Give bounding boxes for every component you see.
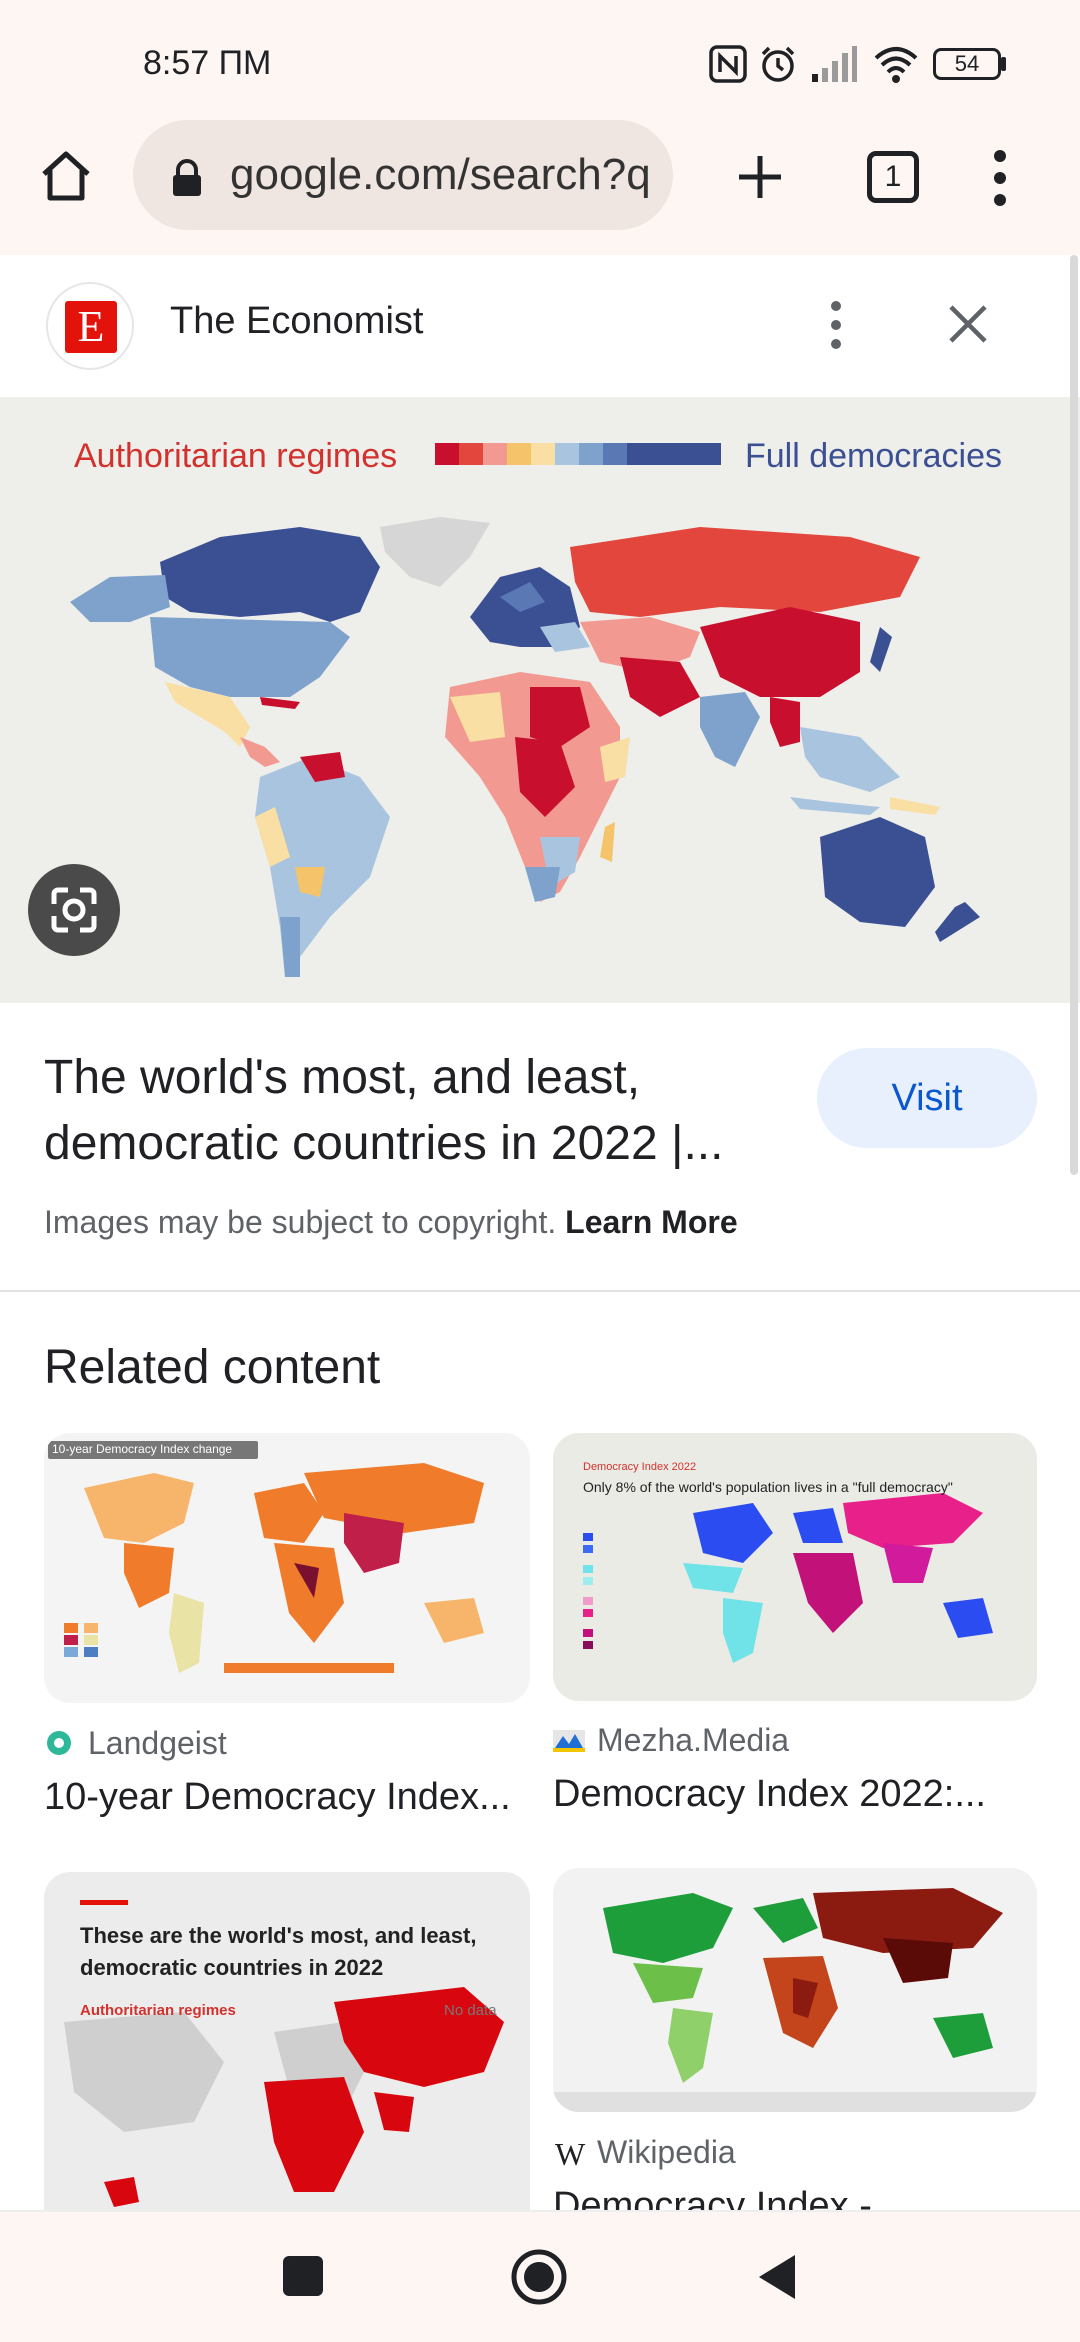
card-1-title[interactable]: 10-year Democracy Index... [44, 1776, 511, 1819]
thumb-3-caption: These are the world's most, and least, d… [80, 1923, 477, 1980]
thumb-2-caption: Only 8% of the world's population lives … [583, 1479, 953, 1495]
alarm-icon [761, 46, 795, 82]
copyright-notice: Images may be subject to copyright. Lear… [44, 1204, 738, 1241]
signal-icon [812, 46, 857, 82]
related-thumb-economist[interactable]: These are the world's most, and least, d… [44, 1872, 530, 2212]
back-nav-button[interactable] [755, 2252, 799, 2302]
card-2-title[interactable]: Democracy Index 2022:... [553, 1773, 986, 1816]
democracy-map [70, 443, 980, 977]
card-4-title[interactable]: Democracy Index - [553, 2185, 872, 2210]
more-options-icon[interactable] [826, 300, 846, 350]
battery-level: 54 [954, 51, 980, 76]
source-logo: E [46, 282, 134, 370]
recents-button[interactable] [283, 2256, 323, 2296]
home-icon[interactable] [38, 150, 94, 202]
legend-right-label: Full democracies [745, 437, 1002, 475]
related-content-heading: Related content [44, 1341, 381, 1394]
result-title[interactable]: The world's most, and least, democratic … [44, 1045, 804, 1177]
card-2-source[interactable]: Mezha.Media [597, 1722, 789, 1759]
thumb-2-small-caption: Democracy Index 2022 [583, 1461, 697, 1473]
visit-button[interactable]: Visit [817, 1048, 1037, 1148]
landgeist-favicon [47, 1731, 71, 1755]
tab-switcher-button[interactable]: 1 [867, 151, 919, 203]
economist-logo-letter: E [65, 301, 117, 353]
source-name[interactable]: The Economist [170, 300, 423, 343]
lens-icon [51, 887, 97, 933]
wifi-icon [874, 47, 918, 83]
lock-icon[interactable] [170, 158, 204, 198]
card-4-source[interactable]: Wikipedia [597, 2134, 736, 2171]
related-thumb-map-1 [48, 1441, 484, 1673]
thumb-3-legend: Authoritarian regimes [80, 2002, 236, 2019]
thumb-3-nodata: No data [444, 2002, 497, 2019]
section-divider [0, 1290, 1080, 1292]
mezha-favicon [553, 1730, 585, 1752]
legend-left-label: Authoritarian regimes [74, 437, 398, 475]
legend-swatches [435, 443, 721, 465]
close-icon[interactable] [947, 303, 989, 345]
wikipedia-icon: W [555, 2136, 586, 2172]
url-text[interactable]: google.com/search?q [230, 150, 670, 200]
battery-icon: 54 [933, 48, 1001, 80]
overflow-menu-icon[interactable] [990, 148, 1010, 208]
source-header [0, 255, 1080, 397]
related-thumb-mezha[interactable]: Democracy Index 2022 Only 8% of the worl… [553, 1433, 1037, 1701]
copyright-text: Images may be subject to copyright. [44, 1204, 557, 1240]
home-nav-button[interactable] [510, 2248, 568, 2306]
battery-tip [1001, 57, 1006, 71]
new-tab-icon[interactable] [735, 152, 785, 202]
tab-count: 1 [884, 160, 902, 193]
nfc-icon [709, 45, 747, 83]
related-thumb-landgeist[interactable]: 10-year Democracy Index change [44, 1433, 530, 1703]
result-image[interactable] [0, 397, 1080, 1003]
google-lens-button[interactable] [28, 864, 120, 956]
scrollbar[interactable] [1070, 255, 1078, 1175]
card-1-source[interactable]: Landgeist [88, 1725, 227, 1762]
related-thumb-wikipedia[interactable] [553, 1868, 1037, 2112]
learn-more-link[interactable]: Learn More [565, 1204, 737, 1240]
status-time: 8:57 ПМ [143, 44, 272, 82]
related-thumb-map-4 [553, 1888, 1037, 2112]
thumb-1-caption: 10-year Democracy Index change [52, 1442, 233, 1456]
related-thumb-map-2 [583, 1493, 993, 1663]
